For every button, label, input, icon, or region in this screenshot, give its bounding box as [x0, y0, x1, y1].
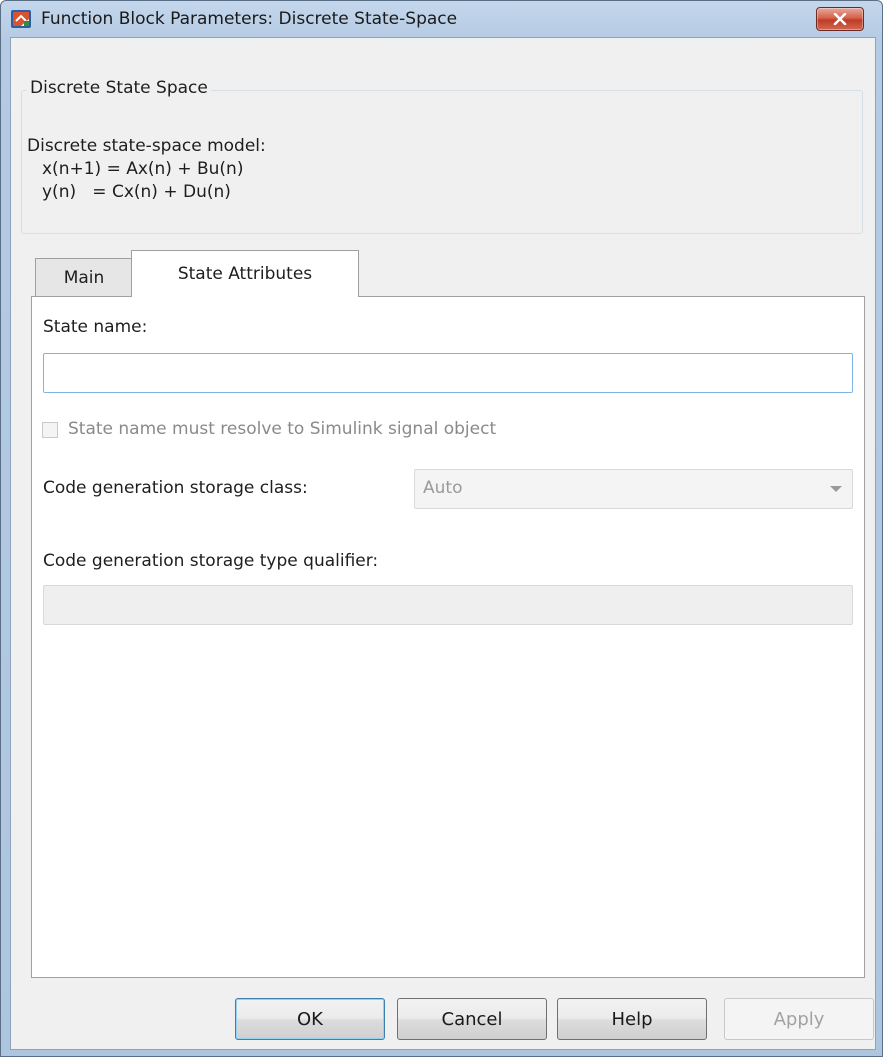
type-qualifier-label: Code generation storage type qualifier: [43, 551, 379, 571]
state-attributes-panel: State name: State name must resolve to S… [31, 296, 865, 978]
type-qualifier-input[interactable] [43, 585, 853, 625]
state-name-label: State name: [43, 317, 148, 337]
description-line: Discrete state-space model: [27, 136, 266, 156]
description-line: x(n+1) = Ax(n) + Bu(n) [42, 159, 244, 179]
block-description: Discrete state-space model: x(n+1) = Ax(… [27, 135, 266, 204]
simulink-block-icon [11, 10, 31, 28]
state-name-input[interactable] [43, 353, 853, 393]
window-title: Function Block Parameters: Discrete Stat… [41, 9, 458, 29]
chevron-down-icon [830, 486, 842, 492]
apply-button[interactable]: Apply [724, 998, 874, 1040]
dialog-body: Discrete State Space Discrete state-spac… [10, 37, 876, 1050]
cancel-button[interactable]: Cancel [397, 998, 547, 1040]
resolve-signal-checkbox[interactable] [42, 422, 58, 438]
storage-class-select[interactable]: Auto [414, 469, 853, 509]
ok-button[interactable]: OK [235, 998, 385, 1040]
tab-main[interactable]: Main [35, 258, 133, 296]
dialog-window: Function Block Parameters: Discrete Stat… [0, 0, 883, 1057]
close-icon [833, 13, 847, 25]
storage-class-value: Auto [423, 478, 463, 498]
tab-label: State Attributes [177, 264, 313, 284]
close-button[interactable] [816, 7, 864, 31]
block-name: Discrete State Space [27, 78, 211, 98]
help-button[interactable]: Help [557, 998, 707, 1040]
tab-state-attributes[interactable]: State Attributes [131, 250, 359, 297]
resolve-signal-label: State name must resolve to Simulink sign… [68, 419, 497, 439]
tab-label: Main [63, 267, 105, 288]
title-bar[interactable]: Function Block Parameters: Discrete Stat… [1, 1, 882, 37]
storage-class-label: Code generation storage class: [43, 478, 308, 498]
description-line: y(n) = Cx(n) + Du(n) [42, 182, 231, 202]
